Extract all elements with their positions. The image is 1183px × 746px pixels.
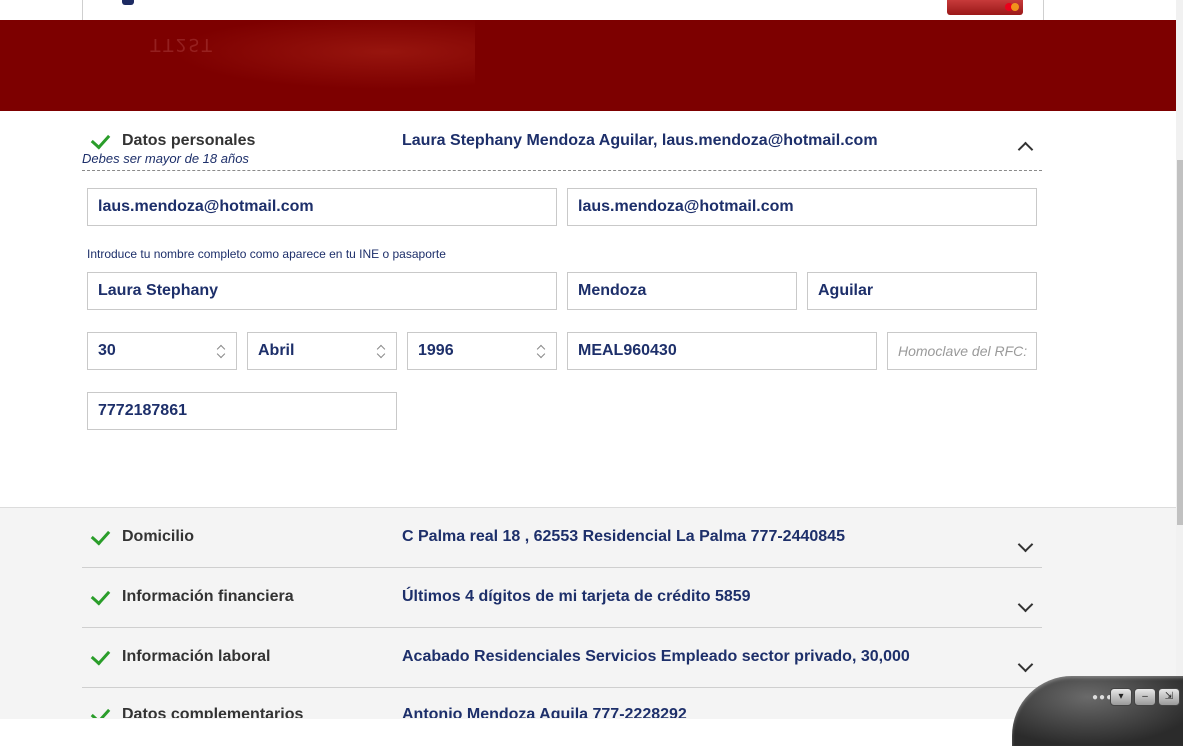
widget-minimize-button[interactable]: –: [1134, 688, 1156, 706]
section-work-header[interactable]: Información laboral Acabado Residenciale…: [82, 640, 1042, 700]
select-arrows-icon: [216, 344, 226, 360]
section-address-header[interactable]: Domicilio C Palma real 18 , 62553 Reside…: [82, 520, 1042, 580]
select-arrows-icon: [536, 344, 546, 360]
check-icon: [90, 645, 111, 666]
rfc-value: MEAL960430: [578, 342, 677, 359]
section-complementary-title: Datos complementarios: [122, 706, 304, 718]
logo-fragment: [122, 0, 134, 5]
banner-card-watermark: [115, 20, 475, 100]
check-icon: [90, 129, 111, 150]
section-work-summary: Acabado Residenciales Servicios Empleado…: [402, 648, 910, 665]
section-financial-header[interactable]: Información financiera Últimos 4 dígitos…: [82, 580, 1042, 640]
homoclave-placeholder: Homoclave del RFC:: [898, 343, 1028, 359]
chevron-down-icon[interactable]: [1017, 536, 1034, 553]
email-value: laus.mendoza@hotmail.com: [98, 198, 314, 215]
phone-value: 7772187861: [98, 402, 187, 419]
hero-banner: TT2ST: [0, 20, 1176, 111]
section-address-title: Domicilio: [122, 528, 195, 545]
row-divider: [82, 567, 1042, 568]
check-icon: [90, 585, 111, 606]
widget-resize-button[interactable]: ⇲: [1158, 688, 1180, 706]
section-personal-title: Datos personales: [122, 132, 256, 149]
section-address-summary: C Palma real 18 , 62553 Residencial La P…: [402, 528, 845, 545]
row-divider: [82, 627, 1042, 628]
row-divider: [82, 687, 1042, 688]
floating-media-widget: ●●● ▾ – ⇲: [1012, 676, 1183, 746]
email-confirm-value: laus.mendoza@hotmail.com: [578, 198, 794, 215]
section-work-title: Información laboral: [122, 648, 271, 665]
widget-dropdown-button[interactable]: ▾: [1110, 688, 1132, 706]
credit-card-image: [947, 0, 1023, 15]
chevron-down-icon[interactable]: [1017, 656, 1034, 673]
check-icon: [90, 703, 111, 718]
email-confirm-field[interactable]: laus.mendoza@hotmail.com: [567, 188, 1037, 226]
birth-year-value: 1996: [418, 342, 454, 359]
last-name-2-value: Aguilar: [818, 282, 874, 299]
homoclave-field[interactable]: Homoclave del RFC:: [887, 332, 1037, 370]
section-financial-summary: Últimos 4 dígitos de mi tarjeta de crédi…: [402, 588, 751, 605]
first-name-field[interactable]: Laura Stephany: [87, 272, 557, 310]
last-name-2-field[interactable]: Aguilar: [807, 272, 1037, 310]
birth-day-select[interactable]: 30: [87, 332, 237, 370]
section-complementary-header[interactable]: Datos complementarios Antonio Mendoza Ag…: [82, 698, 1042, 718]
chevron-down-icon[interactable]: [1017, 596, 1034, 613]
section-divider: [82, 170, 1042, 171]
banner-ghost-text: TT2ST: [150, 34, 215, 55]
section-financial-title: Información financiera: [122, 588, 294, 605]
top-bar-frame: [82, 0, 1044, 21]
birth-year-select[interactable]: 1996: [407, 332, 557, 370]
birth-month-value: Abril: [258, 342, 295, 359]
top-bar: [0, 0, 1176, 21]
section-personal-summary: Laura Stephany Mendoza Aguilar, laus.men…: [402, 132, 878, 149]
chevron-up-icon[interactable]: [1017, 141, 1034, 158]
email-field[interactable]: laus.mendoza@hotmail.com: [87, 188, 557, 226]
vertical-scrollbar[interactable]: [1176, 0, 1183, 718]
mastercard-icon: [1005, 3, 1019, 11]
rfc-field[interactable]: MEAL960430: [567, 332, 877, 370]
last-name-1-value: Mendoza: [578, 282, 647, 299]
birth-month-select[interactable]: Abril: [247, 332, 397, 370]
name-hint: Introduce tu nombre completo como aparec…: [87, 247, 446, 261]
birth-day-value: 30: [98, 342, 116, 359]
first-name-value: Laura Stephany: [98, 282, 219, 299]
scrollbar-thumb[interactable]: [1177, 160, 1183, 525]
phone-field[interactable]: 7772187861: [87, 392, 397, 430]
last-name-1-field[interactable]: Mendoza: [567, 272, 797, 310]
select-arrows-icon: [376, 344, 386, 360]
age-hint: Debes ser mayor de 18 años: [82, 151, 249, 166]
section-complementary-summary: Antonio Mendoza Aguila 777-2228292: [402, 706, 687, 718]
check-icon: [90, 525, 111, 546]
